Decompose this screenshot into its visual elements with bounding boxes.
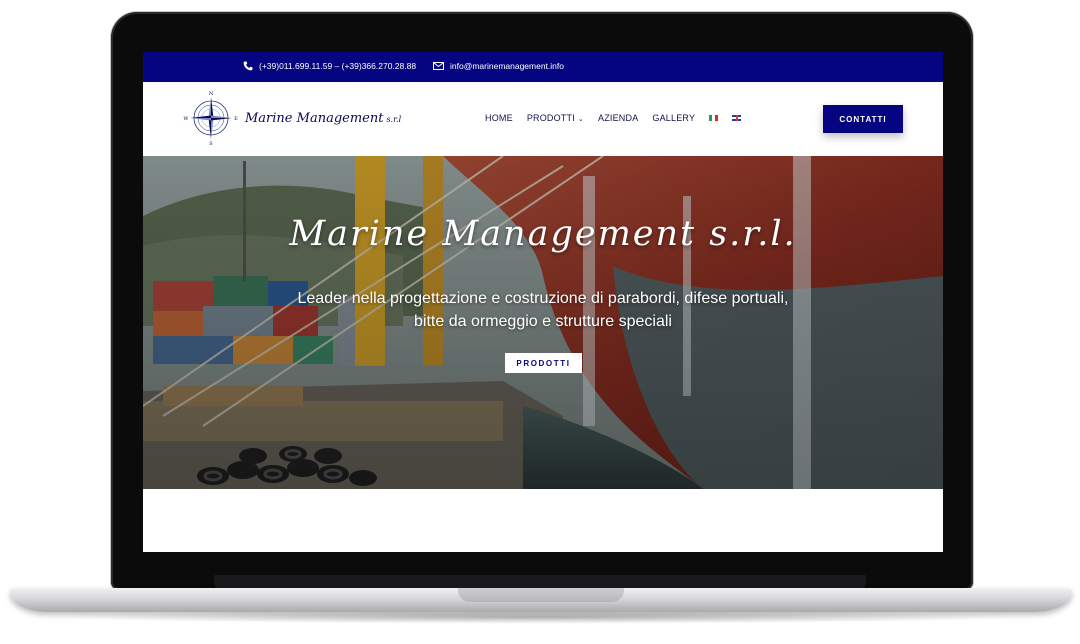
- compass-s: S: [209, 141, 213, 146]
- site-header: N S E W Marine Management s.r.l HOME PROD…: [143, 82, 943, 156]
- compass-w: W: [183, 116, 189, 122]
- contact-topbar: (+39)011.699.11.59 – (+39)366.270.28.88 …: [143, 52, 943, 82]
- phone-numbers: (+39)011.699.11.59 – (+39)366.270.28.88: [259, 61, 417, 71]
- logo-wordmark: Marine Management s.r.l: [245, 111, 401, 126]
- hero-title: Marine Management s.r.l.: [289, 214, 797, 254]
- laptop-shadow: [60, 610, 1022, 624]
- main-navigation: HOME PRODOTTI ⌄ AZIENDA GALLERY: [485, 113, 742, 123]
- laptop-notch: [458, 588, 624, 602]
- logo-name: Marine Management: [245, 110, 384, 126]
- nav-azienda[interactable]: AZIENDA: [598, 113, 638, 123]
- compass-n: N: [209, 91, 214, 97]
- nav-prodotti-label: PRODOTTI: [526, 113, 575, 123]
- chevron-down-icon: ⌄: [577, 116, 584, 123]
- compass-rose-icon: N S E W: [183, 91, 238, 146]
- compass-e: E: [234, 116, 238, 122]
- italian-flag-icon[interactable]: [709, 115, 719, 121]
- phone-icon: [243, 61, 253, 71]
- english-flag-icon[interactable]: [732, 115, 742, 121]
- phone-contact[interactable]: (+39)011.699.11.59 – (+39)366.270.28.88: [243, 61, 416, 71]
- hero-section: Marine Management s.r.l. Leader nella pr…: [143, 156, 943, 489]
- laptop-hinge: [214, 575, 866, 589]
- contatti-button[interactable]: CONTATTI: [823, 105, 903, 133]
- email-address: info@marinemanagement.info: [450, 61, 564, 71]
- mail-icon: [433, 62, 444, 70]
- email-contact[interactable]: info@marinemanagement.info: [433, 61, 564, 71]
- site-logo[interactable]: N S E W Marine Management s.r.l: [183, 90, 401, 146]
- prodotti-hero-button[interactable]: PRODOTTI: [505, 353, 582, 373]
- nav-home[interactable]: HOME: [485, 113, 513, 123]
- hero-subtitle: Leader nella progettazione e costruzione…: [297, 290, 789, 330]
- nav-gallery[interactable]: GALLERY: [652, 113, 695, 123]
- website-screen: (+39)011.699.11.59 – (+39)366.270.28.88 …: [143, 52, 943, 552]
- nav-prodotti[interactable]: PRODOTTI ⌄: [527, 113, 584, 123]
- logo-suffix: s.r.l: [386, 114, 402, 124]
